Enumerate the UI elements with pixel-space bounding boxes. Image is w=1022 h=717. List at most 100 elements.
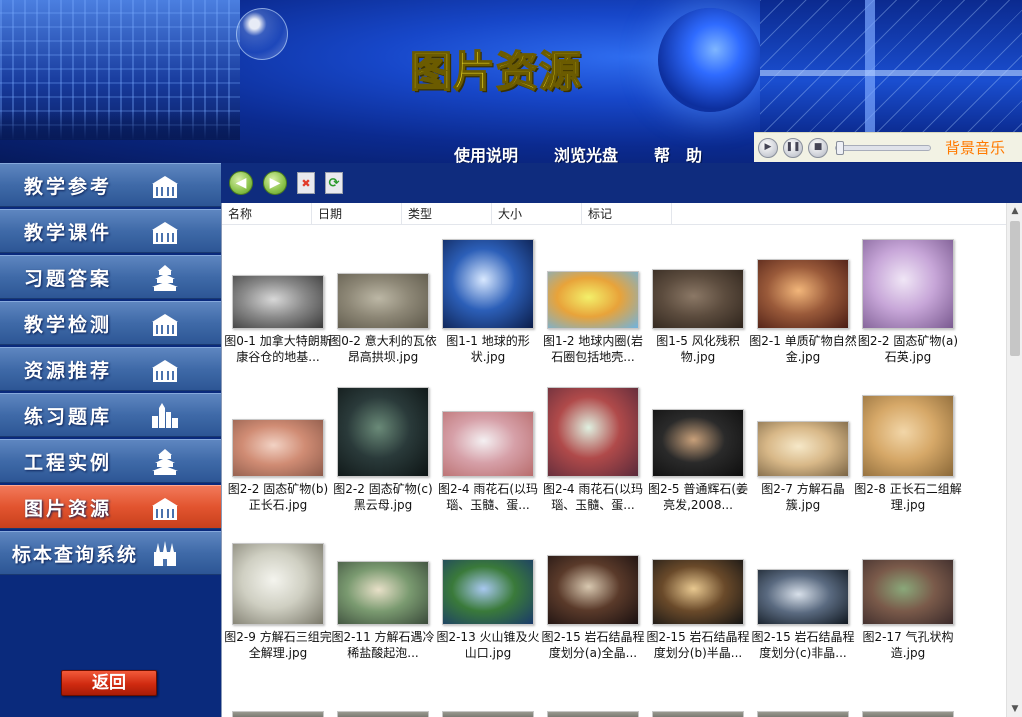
sidebar-item-label: 工程实例 [24, 451, 113, 474]
thumbnail-image [547, 271, 639, 329]
back-arrow-icon: ◀ [235, 175, 247, 191]
banner-bridge-image [760, 0, 1022, 135]
building-icon [150, 494, 180, 522]
file-thumbnail-item[interactable]: 图2-15 岩石结晶程度划分(c)非晶... [751, 529, 855, 669]
column-header-tag[interactable]: 标记 [582, 203, 672, 225]
scroll-down-icon[interactable]: ▼ [1007, 701, 1022, 717]
building-icon [150, 172, 180, 200]
sidebar-item-label: 教学课件 [24, 221, 113, 244]
thumbnail-image [652, 711, 744, 717]
thumbnail-image [442, 559, 534, 625]
nav-browse-disc[interactable]: 浏览光盘 [536, 140, 636, 165]
back-button[interactable]: 返回 [61, 670, 157, 696]
thumbnail-image [232, 275, 324, 329]
volume-slider-thumb[interactable] [836, 140, 844, 155]
file-thumbnail-item[interactable]: 图2-8 正长石二组解理.jpg [854, 381, 962, 521]
back-arrow-button[interactable]: ◀ [229, 171, 253, 195]
scroll-up-icon[interactable]: ▲ [1007, 203, 1022, 219]
file-caption: 图0-1 加拿大特朗斯康谷仓的地基... [224, 334, 332, 364]
column-header-name[interactable]: 名称 [222, 203, 312, 225]
file-caption: 图1-1 地球的形状.jpg [446, 334, 530, 364]
stop-icon: ■ [813, 142, 823, 152]
building-icon [150, 310, 180, 338]
play-button[interactable]: ▶ [758, 137, 778, 158]
column-header-type[interactable]: 类型 [402, 203, 492, 225]
sidebar: 教学参考教学课件习题答案教学检测资源推荐练习题库工程实例图片资源标本查询系统 [0, 163, 221, 717]
file-caption: 图2-8 正长石二组解理.jpg [854, 482, 962, 512]
delete-button[interactable]: ✖ [297, 172, 315, 194]
sidebar-item-label: 资源推荐 [24, 359, 113, 382]
file-caption: 图2-4 雨花石(以玛瑙、玉髓、蛋... [542, 482, 644, 512]
thumbnail-image [757, 711, 849, 717]
sidebar-item-label: 教学检测 [24, 313, 113, 336]
file-thumbnail-item[interactable]: 图2-4 雨花石(以玛瑙、玉髓、蛋... [543, 381, 643, 521]
nav-help[interactable]: 帮 助 [636, 140, 720, 165]
file-thumbnail-item[interactable]: 图2-17 气孔状构造.jpg [858, 529, 958, 669]
play-icon: ▶ [764, 142, 772, 152]
file-caption: 图2-2 固态矿物(b)正长石.jpg [227, 482, 329, 512]
refresh-button[interactable]: ⟳ [325, 172, 343, 194]
file-thumbnail-item[interactable]: 图2-15 岩石结晶程度划分(b)半晶... [646, 529, 750, 669]
file-thumbnail-item[interactable]: 图2-1 单质矿物自然金.jpg [749, 233, 857, 373]
file-thumbnail-item[interactable]: 图2-5 普通辉石(姜亮发,2008... [648, 381, 748, 521]
banner-globe-image [658, 8, 762, 112]
city-icon [150, 402, 180, 430]
browser-toolbar: ◀ ▶ ✖ ⟳ [221, 163, 1022, 203]
forward-arrow-icon: ▶ [269, 175, 281, 191]
thumbnail-image [337, 711, 429, 717]
file-thumbnail-item[interactable]: 图2-2 固态矿物(c)黑云母.jpg [333, 381, 433, 521]
column-header-size[interactable]: 大小 [492, 203, 582, 225]
column-headers: 名称 日期 类型 大小 标记 [222, 203, 1007, 225]
thumbnail-image [652, 269, 744, 329]
sidebar-item-3[interactable]: 教学检测 [0, 301, 221, 345]
file-caption: 图0-2 意大利的瓦依昂高拱坝.jpg [329, 334, 437, 364]
scrollbar-thumb[interactable] [1010, 221, 1020, 356]
file-thumbnail-item[interactable]: 图1-2 地球内圈(岩石圈包括地壳... [543, 233, 643, 373]
file-thumbnail-item[interactable]: 图2-15 岩石结晶程度划分(a)全晶... [541, 529, 645, 669]
banner-title: 图片资源 [409, 46, 583, 97]
nav-usage-guide[interactable]: 使用说明 [436, 140, 536, 165]
thumbnail-image [757, 421, 849, 477]
file-caption: 图2-11 方解石遇冷稀盐酸起泡... [331, 630, 435, 660]
sidebar-item-7[interactable]: 图片资源 [0, 485, 221, 529]
stop-button[interactable]: ■ [808, 137, 828, 158]
forward-arrow-button[interactable]: ▶ [263, 171, 287, 195]
vertical-scrollbar[interactable]: ▲ ▼ [1006, 203, 1022, 717]
sidebar-item-8[interactable]: 标本查询系统 [0, 531, 221, 575]
file-thumbnail-item[interactable]: 图2-9 方解石三组完全解理.jpg [224, 529, 332, 669]
sidebar-item-6[interactable]: 工程实例 [0, 439, 221, 483]
file-caption: 图2-2 固态矿物(c)黑云母.jpg [333, 482, 433, 512]
sidebar-item-0[interactable]: 教学参考 [0, 163, 221, 207]
thumbnail-image [232, 543, 324, 625]
pause-button[interactable]: ❚❚ [783, 137, 803, 158]
file-caption: 图2-17 气孔状构造.jpg [862, 630, 954, 660]
file-thumbnail-item[interactable]: 图2-4 雨花石(以玛瑙、玉髓、蛋... [438, 381, 538, 521]
thumbnail-image [337, 561, 429, 625]
thumbnail-image [232, 419, 324, 477]
file-thumbnail-item[interactable]: 图2-7 方解石晶簇.jpg [753, 381, 853, 521]
column-header-date[interactable]: 日期 [312, 203, 402, 225]
file-thumbnail-item[interactable]: 图1-1 地球的形状.jpg [438, 233, 538, 373]
thumbnail-image [547, 387, 639, 477]
thumbnail-image [337, 387, 429, 477]
file-thumbnail-item[interactable]: 图2-13 火山锥及火山口.jpg [436, 529, 540, 669]
building-icon [150, 218, 180, 246]
sidebar-item-2[interactable]: 习题答案 [0, 255, 221, 299]
sidebar-item-1[interactable]: 教学课件 [0, 209, 221, 253]
sidebar-item-4[interactable]: 资源推荐 [0, 347, 221, 391]
file-thumbnail-item[interactable]: 图2-2 固态矿物(a)石英.jpg [858, 233, 958, 373]
file-browser: 名称 日期 类型 大小 标记 图0-1 加拿大特朗斯康谷仓的地基... 图0-2 … [221, 203, 1022, 717]
file-caption: 图2-4 雨花石(以玛瑙、玉髓、蛋... [437, 482, 539, 512]
file-thumbnail-item[interactable]: 图2-11 方解石遇冷稀盐酸起泡... [331, 529, 435, 669]
file-caption: 图2-2 固态矿物(a)石英.jpg [857, 334, 959, 364]
file-thumbnail-item[interactable]: 图1-5 风化残积物.jpg [648, 233, 748, 373]
file-caption: 图2-15 岩石结晶程度划分(b)半晶... [646, 630, 750, 660]
sidebar-item-label: 标本查询系统 [12, 543, 139, 566]
sidebar-item-5[interactable]: 练习题库 [0, 393, 221, 437]
file-thumbnail-item[interactable]: 图0-2 意大利的瓦依昂高拱坝.jpg [329, 233, 437, 373]
thumbnail-image [337, 273, 429, 329]
file-thumbnail-item[interactable]: 图0-1 加拿大特朗斯康谷仓的地基... [224, 233, 332, 373]
file-thumbnail-item[interactable]: 图2-2 固态矿物(b)正长石.jpg [228, 381, 328, 521]
volume-slider[interactable] [835, 140, 931, 155]
castle-icon [150, 540, 180, 568]
